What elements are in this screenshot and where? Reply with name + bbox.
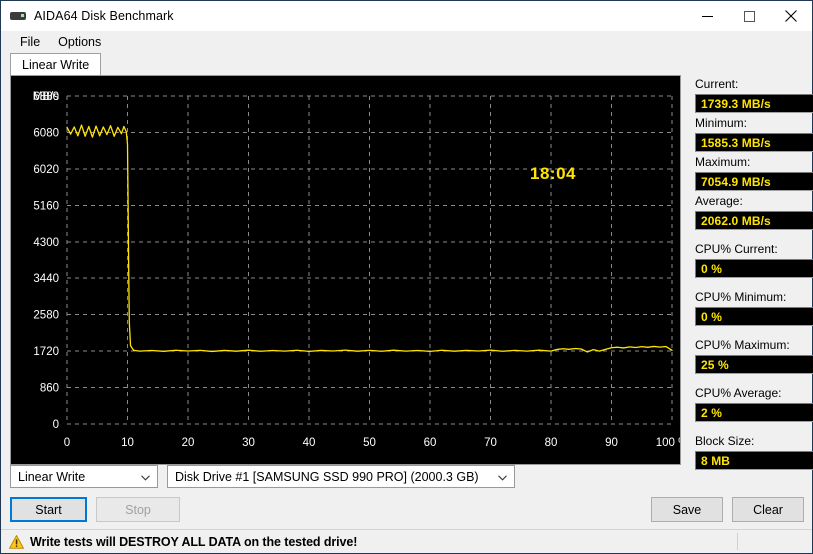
clear-button[interactable]: Clear (732, 497, 804, 522)
selector-row: Linear Write Disk Drive #1 [SAMSUNG SSD … (10, 465, 804, 488)
warning-triangle-icon (8, 534, 25, 549)
graph-panel: 0 860 1720 2580 3440 4300 5160 6020 6080 6880 MB/s… (10, 75, 681, 465)
stat-label: Average: (695, 194, 743, 208)
statistics-panel: Current: 1739.3 MB/s Minimum: 1585.3 MB/… (695, 75, 813, 470)
status-bar: Write tests will DESTROY ALL DATA on the… (1, 529, 812, 553)
title-bar: AIDA64 Disk Benchmark (1, 1, 812, 31)
svg-text:MB/s: MB/s (33, 91, 59, 103)
svg-text:6080: 6080 (33, 127, 59, 139)
main-content: 0 860 1720 2580 3440 4300 5160 6020 6080 6880 MB/s… (1, 75, 813, 470)
elapsed-timer: 18:04 (530, 164, 576, 183)
drive-dropdown[interactable]: Disk Drive #1 [SAMSUNG SSD 990 PRO] (200… (167, 465, 515, 488)
svg-text:0: 0 (53, 419, 59, 431)
test-mode-dropdown[interactable]: Linear Write (10, 465, 158, 488)
svg-text:6020: 6020 (33, 164, 59, 176)
stat-cpu-current: CPU% Current: 0 % (695, 242, 813, 278)
minimize-icon[interactable] (686, 1, 728, 31)
stat-label: Minimum: (695, 116, 748, 130)
disk-drive-icon (10, 8, 26, 24)
stat-label: CPU% Current: (695, 242, 778, 256)
menu-item-options[interactable]: Options (49, 33, 110, 51)
stat-current: Current: 1739.3 MB/s (695, 77, 813, 113)
drive-value: Disk Drive #1 [SAMSUNG SSD 990 PRO] (200… (175, 469, 479, 484)
stat-label: Current: (695, 77, 739, 91)
button-row: Start Stop Save Clear (10, 497, 804, 522)
svg-text:100 %: 100 % (656, 437, 680, 449)
stat-cpu-maximum: CPU% Maximum: 25 % (695, 338, 813, 374)
window-title: AIDA64 Disk Benchmark (34, 9, 174, 23)
svg-text:4300: 4300 (33, 237, 59, 249)
tab-strip: Linear Write (1, 53, 812, 75)
save-button[interactable]: Save (651, 497, 723, 522)
stat-value: 0 % (695, 307, 813, 326)
tab-linear-write[interactable]: Linear Write (10, 53, 102, 75)
stat-label: CPU% Maximum: (695, 338, 790, 352)
stat-cpu-average: CPU% Average: 2 % (695, 386, 813, 422)
svg-text:5160: 5160 (33, 200, 59, 212)
controls-area: Linear Write Disk Drive #1 [SAMSUNG SSD … (1, 456, 812, 522)
svg-text:60: 60 (424, 437, 437, 449)
svg-text:20: 20 (182, 437, 195, 449)
svg-text:1720: 1720 (33, 346, 59, 358)
stat-value: 2 % (695, 403, 813, 422)
stat-value: 7054.9 MB/s (695, 172, 813, 191)
stop-button: Stop (96, 497, 180, 522)
close-icon[interactable] (770, 1, 812, 31)
stat-value: 25 % (695, 355, 813, 374)
maximize-icon[interactable] (728, 1, 770, 31)
stat-minimum: Minimum: 1585.3 MB/s (695, 116, 813, 152)
chart-canvas: 086017202580344043005160602060806880MB/s… (33, 91, 680, 449)
stat-value: 1585.3 MB/s (695, 133, 813, 152)
stat-value: 2062.0 MB/s (695, 211, 813, 230)
svg-text:80: 80 (545, 437, 558, 449)
svg-text:3440: 3440 (33, 273, 59, 285)
stat-label: Maximum: (695, 155, 751, 169)
svg-text:2580: 2580 (33, 310, 59, 322)
start-button[interactable]: Start (10, 497, 87, 522)
window-controls (686, 1, 812, 31)
stat-average: Average: 2062.0 MB/s (695, 194, 813, 230)
stat-maximum: Maximum: 7054.9 MB/s (695, 155, 813, 191)
test-mode-value: Linear Write (18, 469, 86, 484)
status-separator (737, 533, 738, 550)
chevron-down-icon (498, 470, 507, 484)
svg-text:0: 0 (64, 437, 70, 449)
menu-item-file[interactable]: File (11, 33, 49, 51)
stat-value: 0 % (695, 259, 813, 278)
svg-text:40: 40 (303, 437, 316, 449)
menu-bar: File Options (1, 31, 812, 53)
stat-cpu-minimum: CPU% Minimum: 0 % (695, 290, 813, 326)
svg-text:860: 860 (40, 383, 59, 395)
svg-text:70: 70 (484, 437, 497, 449)
chevron-down-icon (141, 470, 150, 484)
svg-text:30: 30 (242, 437, 255, 449)
aida64-disk-benchmark-window: AIDA64 Disk Benchmark File Options Linea… (0, 0, 813, 554)
svg-text:10: 10 (121, 437, 134, 449)
benchmark-chart: 0 860 1720 2580 3440 4300 5160 6020 6080 6880 MB/s… (10, 75, 681, 465)
stat-label: CPU% Average: (695, 386, 782, 400)
stat-label: Block Size: (695, 434, 755, 448)
warning-message: Write tests will DESTROY ALL DATA on the… (30, 534, 358, 549)
svg-text:50: 50 (363, 437, 376, 449)
stat-value: 1739.3 MB/s (695, 94, 813, 113)
svg-text:90: 90 (605, 437, 618, 449)
stat-label: CPU% Minimum: (695, 290, 787, 304)
